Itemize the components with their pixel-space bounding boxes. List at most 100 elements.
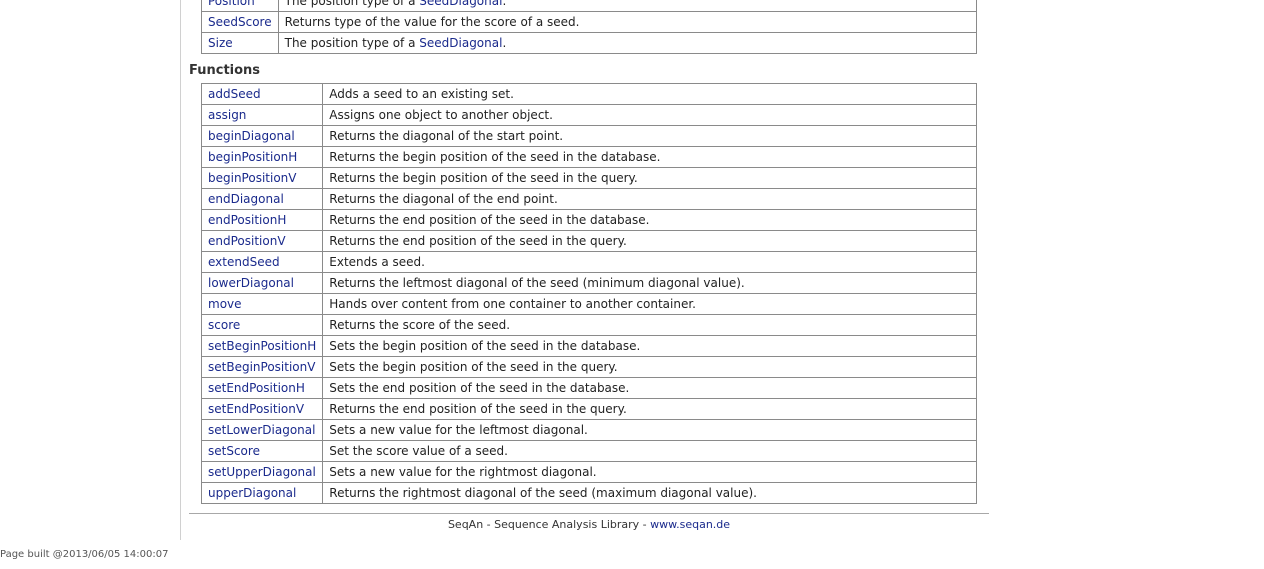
- function-link[interactable]: endDiagonal: [208, 192, 284, 206]
- function-link[interactable]: setBeginPositionV: [208, 360, 315, 374]
- function-link[interactable]: beginDiagonal: [208, 129, 295, 143]
- function-description: Assigns one object to another object.: [322, 104, 977, 126]
- function-link[interactable]: endPositionV: [208, 234, 286, 248]
- function-link[interactable]: score: [208, 318, 240, 332]
- function-name-cell: move: [200, 293, 324, 315]
- function-name-cell: setLowerDiagonal: [200, 419, 324, 441]
- footer-link-seqan[interactable]: www.seqan.de: [650, 518, 730, 531]
- function-name-cell: addSeed: [200, 83, 324, 105]
- function-link[interactable]: beginPositionH: [208, 150, 297, 164]
- function-name-cell: setUpperDiagonal: [200, 461, 324, 483]
- function-name-cell: assign: [200, 104, 324, 126]
- function-row: score Returns the score of the seed.: [200, 314, 977, 336]
- type-description-cell: Returns type of the value for the score …: [277, 11, 978, 33]
- function-row: addSeed Adds a seed to an existing set.: [200, 83, 977, 105]
- function-description: Sets a new value for the rightmost diago…: [322, 461, 977, 483]
- function-description: Extends a seed.: [322, 251, 977, 273]
- type-row: SeedScore Returns type of the value for t…: [201, 11, 978, 33]
- type-link[interactable]: Size: [208, 36, 233, 50]
- function-name-cell: beginPositionH: [200, 146, 324, 168]
- function-link[interactable]: upperDiagonal: [208, 486, 296, 500]
- function-description: Sets a new value for the leftmost diagon…: [322, 419, 977, 441]
- function-name-cell: setBeginPositionV: [200, 356, 324, 378]
- function-name-cell: setBeginPositionH: [200, 335, 324, 357]
- function-name-cell: lowerDiagonal: [200, 272, 324, 294]
- type-description-link[interactable]: SeedDiagonal: [419, 36, 502, 50]
- function-link[interactable]: setLowerDiagonal: [208, 423, 315, 437]
- function-row: setLowerDiagonal Sets a new value for the…: [200, 419, 977, 441]
- function-link[interactable]: setBeginPositionH: [208, 339, 316, 353]
- functions-heading: Functions: [189, 63, 261, 78]
- function-description: Returns the begin position of the seed i…: [322, 167, 977, 189]
- function-row: endDiagonal Returns the diagonal of the e…: [200, 188, 977, 210]
- type-name-cell: Position: [201, 0, 279, 12]
- function-name-cell: setScore: [200, 440, 324, 462]
- function-description: Returns the diagonal of the end point.: [322, 188, 977, 210]
- page-built-timestamp: Page built @2013/06/05 14:00:07: [0, 549, 169, 560]
- function-link[interactable]: setEndPositionV: [208, 402, 304, 416]
- function-name-cell: upperDiagonal: [200, 482, 324, 504]
- function-description: Returns the leftmost diagonal of the see…: [322, 272, 977, 294]
- function-link[interactable]: assign: [208, 108, 246, 122]
- function-name-cell: endPositionH: [200, 209, 324, 231]
- function-row: beginDiagonal Returns the diagonal of the…: [200, 125, 977, 147]
- type-link[interactable]: SeedScore: [208, 15, 272, 29]
- type-name-cell: SeedScore: [201, 11, 279, 33]
- function-description: Returns the begin position of the seed i…: [322, 146, 977, 168]
- function-description: Returns the end position of the seed in …: [322, 398, 977, 420]
- function-row: move Hands over content from one containe…: [200, 293, 977, 315]
- type-description: Returns type of the value for the score …: [284, 15, 580, 29]
- function-row: lowerDiagonal Returns the leftmost diagon…: [200, 272, 977, 294]
- function-name-cell: beginPositionV: [200, 167, 324, 189]
- function-row: setEndPositionH Sets the end position of …: [200, 377, 977, 399]
- function-description: Returns the diagonal of the start point.: [322, 125, 977, 147]
- type-description-suffix: .: [502, 0, 507, 8]
- function-link[interactable]: setScore: [208, 444, 260, 458]
- function-row: beginPositionH Returns the begin position…: [200, 146, 977, 168]
- type-row: Position The position type of a SeedDiago…: [201, 0, 978, 12]
- function-description: Returns the rightmost diagonal of the se…: [322, 482, 977, 504]
- function-row: setBeginPositionH Sets the begin position…: [200, 335, 977, 357]
- footer: SeqAn - Sequence Analysis Library - www.…: [189, 518, 989, 531]
- type-description-link[interactable]: SeedDiagonal: [419, 0, 502, 8]
- function-description: Sets the begin position of the seed in t…: [322, 356, 977, 378]
- function-name-cell: score: [200, 314, 324, 336]
- function-link[interactable]: beginPositionV: [208, 171, 297, 185]
- footer-text: SeqAn - Sequence Analysis Library -: [447, 518, 651, 531]
- function-name-cell: endPositionV: [200, 230, 324, 252]
- function-description: Sets the begin position of the seed in t…: [322, 335, 977, 357]
- function-name-cell: beginDiagonal: [200, 125, 324, 147]
- function-description: Sets the end position of the seed in the…: [322, 377, 977, 399]
- function-link[interactable]: endPositionH: [208, 213, 286, 227]
- function-row: setScore Set the score value of a seed.: [200, 440, 977, 462]
- function-link[interactable]: setUpperDiagonal: [208, 465, 316, 479]
- function-name-cell: setEndPositionH: [200, 377, 324, 399]
- type-name-cell: Size: [201, 32, 279, 54]
- function-link[interactable]: extendSeed: [208, 255, 280, 269]
- function-name-cell: setEndPositionV: [200, 398, 324, 420]
- function-link[interactable]: setEndPositionH: [208, 381, 305, 395]
- type-row: Size The position type of a SeedDiagonal.: [201, 32, 978, 54]
- function-row: extendSeed Extends a seed.: [200, 251, 977, 273]
- types-table: Position The position type of a SeedDiago…: [201, 0, 978, 54]
- function-row: beginPositionV Returns the begin position…: [200, 167, 977, 189]
- function-row: endPositionV Returns the end position of …: [200, 230, 977, 252]
- function-row: setBeginPositionV Sets the begin position…: [200, 356, 977, 378]
- functions-table: addSeed Adds a seed to an existing set. as…: [200, 83, 977, 504]
- function-row: assign Assigns one object to another obje…: [200, 104, 977, 126]
- type-description: The position type of a: [284, 36, 420, 50]
- function-link[interactable]: lowerDiagonal: [208, 276, 294, 290]
- function-link[interactable]: move: [208, 297, 242, 311]
- function-description: Adds a seed to an existing set.: [322, 83, 977, 105]
- left-column-divider: [180, 0, 181, 540]
- function-description: Hands over content from one container to…: [322, 293, 977, 315]
- function-name-cell: endDiagonal: [200, 188, 324, 210]
- function-description: Returns the end position of the seed in …: [322, 209, 977, 231]
- function-row: endPositionH Returns the end position of …: [200, 209, 977, 231]
- function-description: Returns the end position of the seed in …: [322, 230, 977, 252]
- type-link[interactable]: Position: [208, 0, 255, 8]
- type-description-cell: The position type of a SeedDiagonal.: [277, 32, 978, 54]
- function-row: upperDiagonal Returns the rightmost diago…: [200, 482, 977, 504]
- type-description: The position type of a: [284, 0, 420, 8]
- function-link[interactable]: addSeed: [208, 87, 261, 101]
